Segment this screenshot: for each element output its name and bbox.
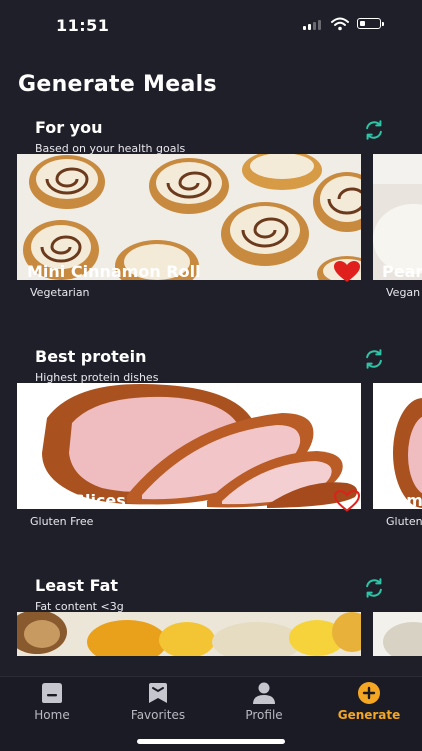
meal-tag: Gluten Free [30,515,94,528]
tab-generate[interactable]: Generate [324,677,414,737]
page-title: Generate Meals [18,72,217,97]
heart-filled-icon[interactable] [333,260,361,284]
meal-tag: Vegetarian [30,286,90,299]
tab-label: Generate [337,708,401,722]
home-icon [42,683,62,703]
section-least-fat: Least Fat Fat content <3g [0,576,422,656]
refresh-icon[interactable] [363,577,385,599]
meal-name[interactable]: Mini Cinnamon Roll [27,262,201,281]
next-meal-card-image[interactable] [373,612,422,656]
next-meal-tag: Vegan [386,286,421,299]
person-icon [253,682,275,704]
refresh-icon[interactable] [363,348,385,370]
bookmark-icon [149,683,167,703]
status-bar: 11:51 [0,0,422,50]
section-title: For you [35,118,103,137]
tab-home[interactable]: Home [7,677,97,737]
section-for-you: For you Based on your health goals Mini … [0,118,422,330]
meal-name[interactable]: Ham Slices [27,491,126,510]
home-indicator[interactable] [137,739,285,744]
heart-outline-icon[interactable] [333,489,361,513]
battery-icon [357,18,384,29]
plus-circle-icon [358,682,380,704]
section-title: Best protein [35,347,147,366]
cellular-signal-icon [303,20,321,30]
tab-label: Profile [245,708,283,722]
salad-dish-image [373,612,422,656]
meal-card-image[interactable] [17,612,361,656]
tab-profile[interactable]: Profile [219,677,309,737]
next-meal-name[interactable]: Pear [382,262,422,281]
tab-label: Favorites [130,708,186,722]
section-title: Least Fat [35,576,119,595]
wifi-icon [331,17,349,31]
status-time: 11:51 [56,16,110,35]
section-best-protein: Best protein Highest protein dishes Ham … [0,347,422,559]
rice-dish-image [17,612,361,656]
tab-favorites[interactable]: Favorites [113,677,203,737]
refresh-icon[interactable] [363,119,385,141]
next-meal-name[interactable]: Ham [382,491,422,510]
next-meal-tag: Gluten [386,515,422,528]
tab-label: Home [34,708,70,722]
